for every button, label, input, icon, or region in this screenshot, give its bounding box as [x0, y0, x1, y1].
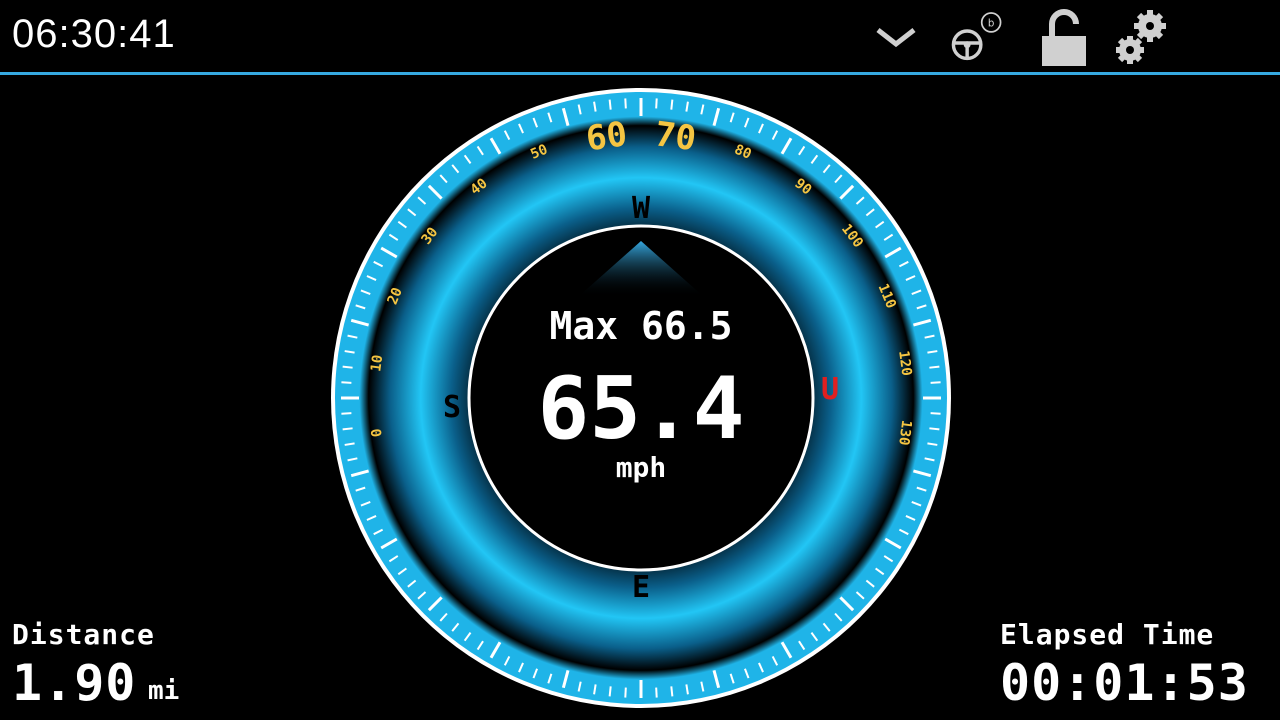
tick-mark: [655, 687, 658, 698]
scale-label: 10: [368, 354, 386, 373]
distance-label: Distance: [12, 618, 155, 651]
compass-marker-top: W: [632, 191, 651, 226]
compass-marker-left: S: [443, 390, 461, 425]
scale-label: 70: [652, 114, 698, 159]
tick-mark: [670, 686, 674, 697]
header-divider: [0, 72, 1280, 75]
top-bar: 06:30:41 b: [0, 0, 1280, 72]
scale-label: 130: [895, 419, 914, 446]
clock-time: 06:30:41: [12, 12, 176, 56]
tick-mark: [670, 99, 674, 110]
current-speed: 65.4: [537, 359, 744, 459]
tick-mark: [930, 381, 941, 384]
tick-mark: [929, 365, 940, 369]
tick-mark: [624, 687, 627, 698]
compass-marker-bottom: E: [632, 570, 650, 605]
max-speed-label: Max 66.5: [549, 304, 732, 348]
elapsed-time-value: 00:01:53: [1000, 654, 1249, 712]
tick-mark: [342, 365, 353, 369]
scale-label: 60: [584, 114, 630, 159]
tick-mark: [929, 427, 940, 431]
tick-mark: [341, 412, 352, 415]
chevron-down-icon[interactable]: [866, 6, 926, 68]
tick-mark: [608, 99, 612, 110]
elapsed-time-label: Elapsed Time: [1000, 618, 1215, 651]
tick-mark: [655, 98, 658, 109]
distance-unit: mi: [148, 676, 180, 706]
tick-mark: [342, 427, 353, 431]
speed-unit: mph: [616, 451, 667, 484]
distance-value: 1.90: [12, 654, 137, 712]
lock-icon[interactable]: [1034, 6, 1094, 68]
svg-text:b: b: [988, 18, 995, 30]
tick-mark: [608, 686, 612, 697]
tick-mark: [341, 381, 352, 384]
settings-gears-icon[interactable]: [1110, 6, 1170, 68]
tick-mark: [930, 412, 941, 415]
speedometer-gauge: 01020304050 809010011012013060 70 W E S U …: [331, 88, 951, 708]
scale-label: 120: [895, 350, 914, 377]
steering-wheel-icon[interactable]: b: [944, 6, 1004, 68]
tick-mark: [624, 98, 627, 109]
compass-marker-right: U: [821, 372, 839, 407]
